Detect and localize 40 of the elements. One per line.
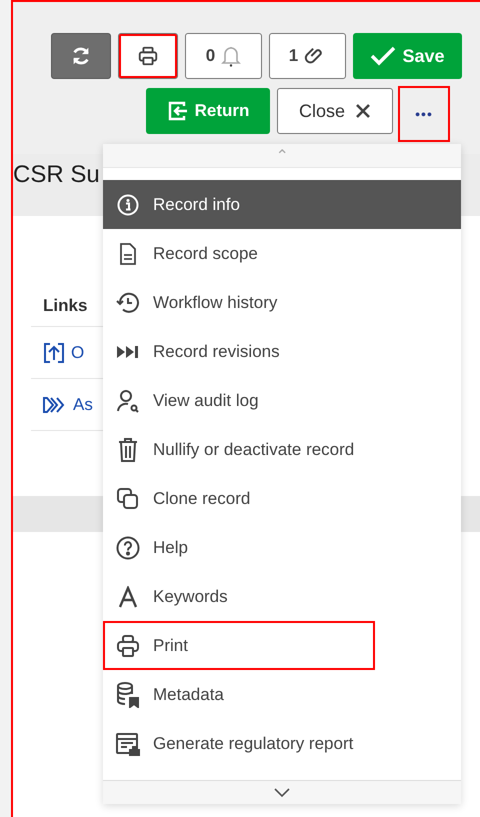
- chevron-down-icon: [274, 788, 290, 798]
- chevrons-icon: [43, 396, 67, 412]
- close-icon: [355, 103, 372, 119]
- letter-a-icon: [118, 586, 138, 608]
- info-icon: [117, 194, 139, 216]
- link[interactable]: As: [73, 394, 93, 414]
- more-button[interactable]: •••: [400, 88, 448, 140]
- report-icon: [116, 732, 140, 756]
- page-title: CSR Su: [13, 161, 100, 188]
- menu-item[interactable]: Keywords: [103, 572, 461, 621]
- notifications-button[interactable]: 0: [185, 33, 262, 79]
- menu-item[interactable]: Print: [103, 621, 375, 670]
- copy-icon: [117, 488, 139, 510]
- refresh-button[interactable]: [51, 33, 111, 79]
- menu-item[interactable]: Nullify or deactivate record: [103, 425, 461, 474]
- link[interactable]: O: [71, 342, 84, 362]
- menu-item[interactable]: Record info: [103, 180, 461, 229]
- exit-icon: [166, 100, 189, 122]
- attachments-button[interactable]: 1: [269, 33, 346, 79]
- upload-icon: [43, 342, 65, 364]
- trash-icon: [118, 438, 138, 462]
- checkmark-icon: [370, 46, 396, 66]
- document-icon: [119, 242, 137, 264]
- menu-item[interactable]: Clone record: [103, 474, 461, 523]
- bell-icon: [221, 45, 242, 67]
- print-button[interactable]: [118, 33, 178, 79]
- printer-icon: [116, 634, 140, 658]
- menu-item[interactable]: Metadata: [103, 670, 461, 719]
- help-icon: [116, 536, 140, 560]
- database-icon: [116, 682, 140, 708]
- skip-forward-icon: [116, 344, 140, 358]
- menu-item[interactable]: Generate regulatory report: [103, 719, 461, 768]
- menu-item[interactable]: Record revisions: [103, 327, 461, 376]
- menu-item[interactable]: View audit log: [103, 376, 461, 425]
- menu-item[interactable]: Help: [103, 523, 461, 572]
- history-icon: [116, 290, 140, 314]
- user-search-icon: [116, 388, 140, 412]
- printer-icon: [137, 45, 159, 67]
- close-button[interactable]: Close: [277, 88, 393, 134]
- menu-item[interactable]: Record scope: [103, 229, 461, 278]
